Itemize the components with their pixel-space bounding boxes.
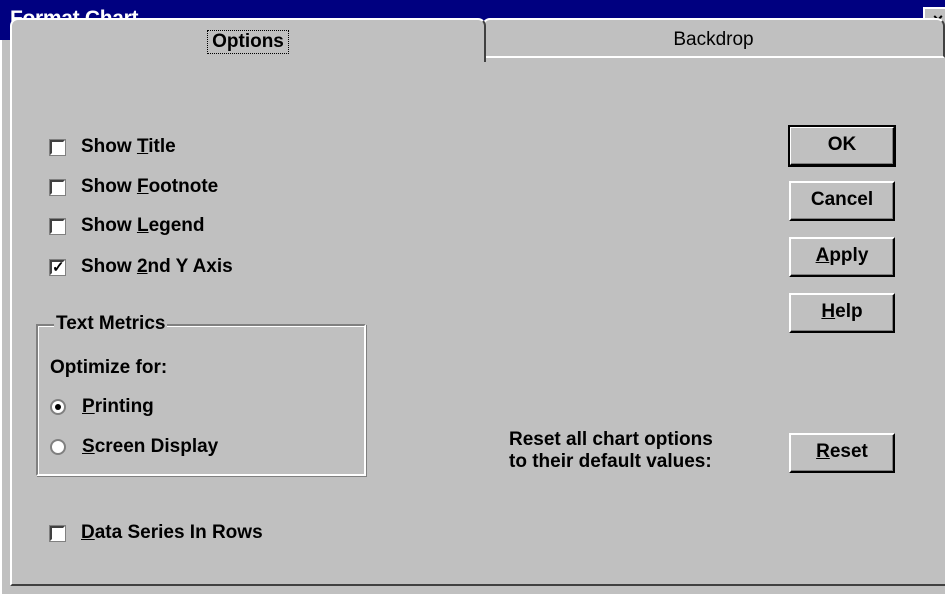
- screen-display-label: Screen Display: [82, 436, 219, 457]
- show-title-label: Show Title: [81, 136, 176, 157]
- show-2nd-y-axis-label: Show 2nd Y Axis: [81, 256, 233, 277]
- show-footnote-checkbox-row[interactable]: Show Footnote: [49, 176, 219, 198]
- show-footnote-label: Show Footnote: [81, 176, 219, 197]
- show-title-checkbox[interactable]: [49, 138, 66, 156]
- screen-display-radio-row[interactable]: Screen Display: [50, 436, 218, 458]
- show-title-checkbox-row[interactable]: Show Title: [49, 136, 176, 158]
- printing-label: Printing: [82, 396, 154, 417]
- check-mark-icon: ✓: [52, 258, 65, 276]
- show-legend-checkbox-row[interactable]: Show Legend: [49, 215, 205, 237]
- cancel-button[interactable]: Cancel: [789, 181, 895, 221]
- reset-description-line1: Reset all chart options: [509, 429, 713, 450]
- help-button[interactable]: Help: [789, 293, 895, 333]
- radio-dot-icon: [55, 404, 61, 410]
- show-legend-label: Show Legend: [81, 215, 205, 236]
- reset-description-line2: to their default values:: [509, 451, 712, 472]
- reset-description: Reset all chart options to their default…: [509, 429, 713, 473]
- show-2nd-y-axis-checkbox-row[interactable]: ✓ Show 2nd Y Axis: [49, 256, 233, 278]
- printing-radio[interactable]: [50, 399, 66, 415]
- screen-display-radio[interactable]: [50, 439, 66, 455]
- data-series-in-rows-checkbox-row[interactable]: Data Series In Rows: [49, 522, 263, 544]
- optimize-for-label: Optimize for:: [50, 357, 168, 378]
- show-2nd-y-axis-checkbox[interactable]: ✓: [49, 258, 66, 276]
- tab-backdrop-label: Backdrop: [673, 29, 754, 50]
- data-series-in-rows-label: Data Series In Rows: [81, 522, 263, 543]
- show-footnote-checkbox[interactable]: [49, 178, 66, 196]
- text-metrics-title: Text Metrics: [54, 313, 168, 335]
- tab-options[interactable]: Options: [10, 18, 486, 62]
- printing-radio-row[interactable]: Printing: [50, 396, 154, 418]
- tab-options-label: Options: [207, 30, 289, 54]
- data-series-in-rows-checkbox[interactable]: [49, 524, 66, 542]
- ok-button[interactable]: OK: [788, 125, 896, 167]
- reset-button[interactable]: Reset: [789, 433, 895, 473]
- tab-backdrop[interactable]: Backdrop: [482, 18, 945, 58]
- show-legend-checkbox[interactable]: [49, 217, 66, 235]
- apply-button[interactable]: Apply: [789, 237, 895, 277]
- optimize-for-label-row: Optimize for:: [50, 357, 167, 379]
